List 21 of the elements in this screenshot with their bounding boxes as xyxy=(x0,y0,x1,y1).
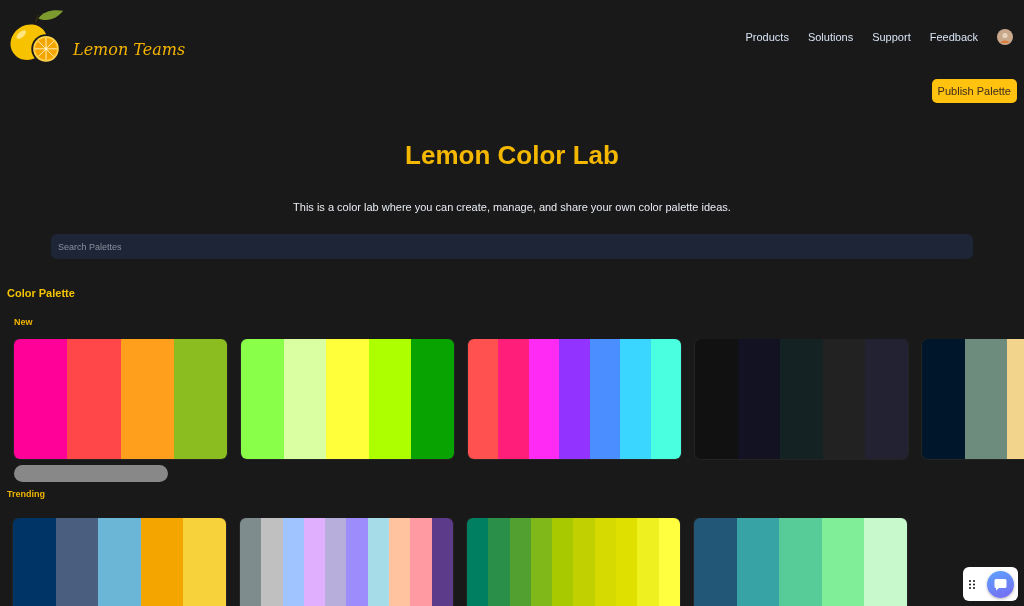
drag-handle-icon[interactable] xyxy=(969,579,975,589)
chat-button[interactable] xyxy=(987,570,1014,598)
palette-card[interactable] xyxy=(694,518,907,606)
lemon-logo-icon[interactable] xyxy=(8,8,65,65)
palette-card[interactable] xyxy=(240,518,453,606)
nav-link[interactable]: Feedback xyxy=(929,30,978,43)
nav-link[interactable]: Support xyxy=(872,30,911,43)
page-title: Lemon Color Lab xyxy=(405,140,619,170)
avatar-icon[interactable] xyxy=(997,28,1013,45)
group-title: New xyxy=(14,316,33,328)
brand-name: Lemon Teams xyxy=(73,40,186,59)
section-title: Color Palette xyxy=(7,286,75,300)
palette-card[interactable] xyxy=(13,518,226,606)
nav-link[interactable]: Solutions xyxy=(807,30,854,43)
page-description: This is a color lab where you can create, manage, and share your own color palette ideas. xyxy=(293,200,731,214)
palette-card[interactable] xyxy=(922,339,1024,459)
chat-bubble-icon xyxy=(994,577,1007,591)
nav-link[interactable]: Products xyxy=(745,30,789,43)
group-title: Trending xyxy=(7,488,45,500)
publish-palette-button[interactable]: Publish Palette xyxy=(931,79,1017,103)
search-field[interactable]: Search Palettes xyxy=(51,234,973,259)
